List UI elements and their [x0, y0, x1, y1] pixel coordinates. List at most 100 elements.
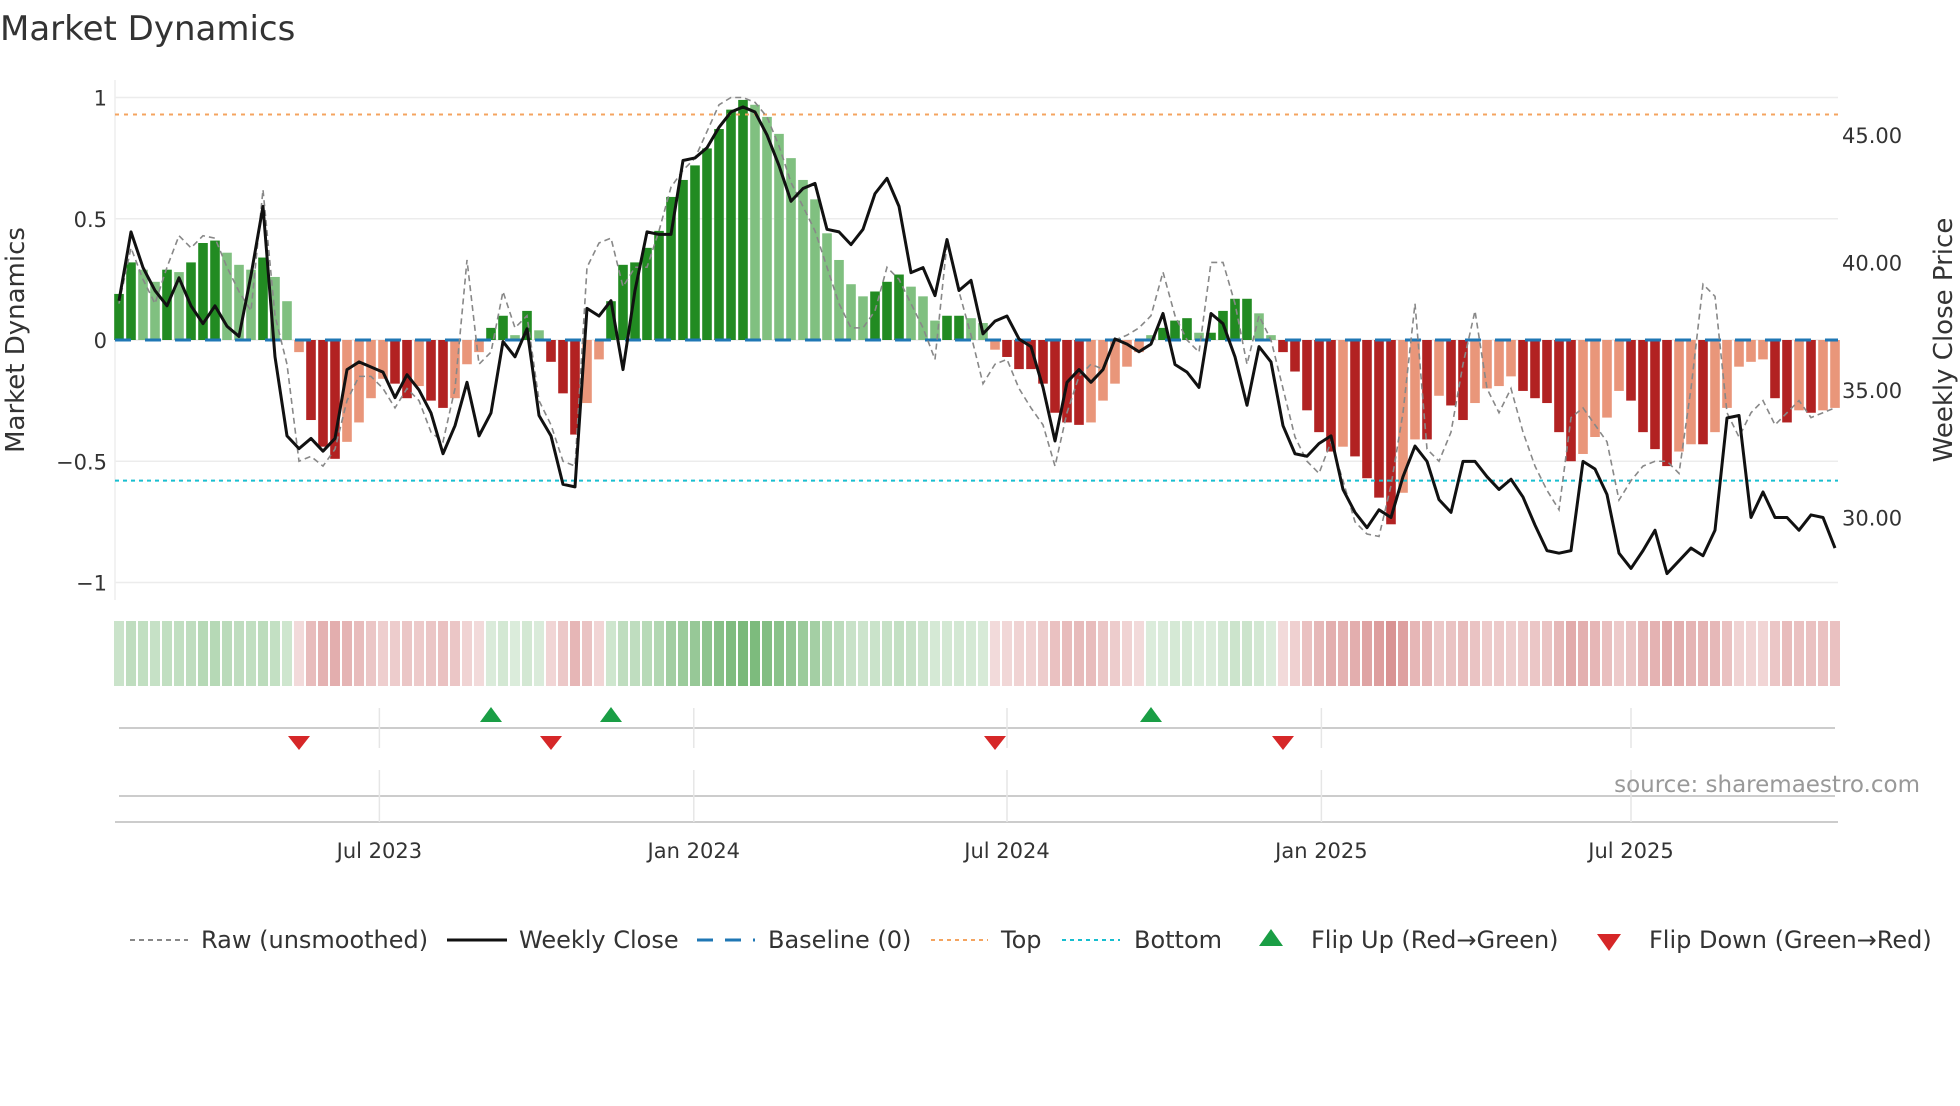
- strip-cell: [1638, 621, 1648, 686]
- strip-cell: [1710, 621, 1720, 686]
- momentum-bar: [1350, 340, 1360, 457]
- strip-cell: [318, 621, 328, 686]
- strip-cell: [1662, 621, 1672, 686]
- strip-cell: [258, 621, 268, 686]
- strip-cell: [1518, 621, 1528, 686]
- strip-cell: [1350, 621, 1360, 686]
- strip-cell: [510, 621, 520, 686]
- strip-cell: [906, 621, 916, 686]
- strip-cell: [1494, 621, 1504, 686]
- momentum-bar: [762, 116, 772, 341]
- momentum-bar: [294, 340, 304, 353]
- strip-cell: [1578, 621, 1588, 686]
- momentum-bar: [1662, 340, 1672, 467]
- strip-cell: [270, 621, 280, 686]
- y-right-tick-label: 40.00: [1842, 251, 1902, 275]
- momentum-bar: [462, 340, 472, 365]
- momentum-bar: [1830, 340, 1840, 408]
- strip-cell: [282, 621, 292, 686]
- strip-cell: [1794, 621, 1804, 686]
- strip-cell: [1614, 621, 1624, 686]
- strip-cell: [522, 621, 532, 686]
- momentum-bar: [210, 240, 220, 340]
- y-axis-label-right: Weekly Close Price: [1929, 218, 1959, 463]
- strip-cell: [330, 621, 340, 686]
- momentum-bar: [942, 315, 952, 340]
- strip-cell: [234, 621, 244, 686]
- strip-cell: [1650, 621, 1660, 686]
- strip-cell: [642, 621, 652, 686]
- momentum-bar: [714, 129, 724, 340]
- strip-cell: [1254, 621, 1264, 686]
- momentum-bar: [1014, 340, 1024, 370]
- momentum-bar: [198, 243, 208, 340]
- momentum-bar: [918, 296, 928, 340]
- strip-cell: [1566, 621, 1576, 686]
- strip-cell: [990, 621, 1000, 686]
- strip-cell: [1338, 621, 1348, 686]
- strip-cell: [618, 621, 628, 686]
- momentum-bar: [1410, 340, 1420, 440]
- strip-cell: [786, 621, 796, 686]
- momentum-bar: [1422, 340, 1432, 440]
- legend-baseline-label: Baseline (0): [768, 926, 911, 954]
- strip-cell: [690, 621, 700, 686]
- strip-cell: [1158, 621, 1168, 686]
- strip-cell: [1386, 621, 1396, 686]
- momentum-bar: [894, 274, 904, 340]
- strip-cell: [1122, 621, 1132, 686]
- strip-cell: [306, 621, 316, 686]
- x-tick-label: Jan 2025: [1273, 839, 1368, 863]
- momentum-bar: [1590, 340, 1600, 437]
- strip-cell: [1590, 621, 1600, 686]
- strip-cell: [870, 621, 880, 686]
- strip-cell: [1134, 621, 1144, 686]
- strip-cell: [1314, 621, 1324, 686]
- y-tick-label: 0.5: [74, 208, 107, 232]
- strip-cell: [342, 621, 352, 686]
- momentum-bar: [1002, 340, 1012, 357]
- flip-up-marker: [480, 707, 502, 722]
- strip-cell: [1602, 621, 1612, 686]
- strip-cell: [1194, 621, 1204, 686]
- strip-cell: [558, 621, 568, 686]
- momentum-bar: [1530, 340, 1540, 399]
- strip-cell: [1458, 621, 1468, 686]
- momentum-bar: [1458, 340, 1468, 421]
- strip-cell: [1050, 621, 1060, 686]
- momentum-bar: [1242, 298, 1252, 340]
- strip-cell: [1818, 621, 1828, 686]
- momentum-bar: [702, 148, 712, 340]
- strip-cell: [1446, 621, 1456, 686]
- y-tick-label: 0: [94, 329, 107, 353]
- strip-cell: [354, 621, 364, 686]
- flip-up-marker: [600, 707, 622, 722]
- y-axis-right: 45.00 40.00 35.00 30.00: [1842, 124, 1902, 530]
- momentum-bar: [1338, 340, 1348, 447]
- strip-cell: [1362, 621, 1372, 686]
- strip-cell: [1242, 621, 1252, 686]
- momentum-bar: [1758, 340, 1768, 360]
- strip-cell: [1086, 621, 1096, 686]
- strip-cell: [1182, 621, 1192, 686]
- strip-cell: [1098, 621, 1108, 686]
- strip-cell: [138, 621, 148, 686]
- y-right-tick-label: 45.00: [1842, 124, 1902, 148]
- strip-cell: [1530, 621, 1540, 686]
- momentum-bar: [1374, 340, 1384, 498]
- momentum-bar: [1602, 340, 1612, 418]
- strip-cell: [1674, 621, 1684, 686]
- strip-cell: [222, 621, 232, 686]
- strip-cell: [1686, 621, 1696, 686]
- momentum-bar: [126, 262, 136, 340]
- momentum-bar: [474, 340, 484, 353]
- momentum-bar: [306, 340, 316, 421]
- strip-cell: [1278, 621, 1288, 686]
- momentum-bar: [954, 315, 964, 340]
- strip-cell: [1218, 621, 1228, 686]
- flip-down-marker: [540, 736, 562, 750]
- strip-cell: [474, 621, 484, 686]
- strip-cell: [678, 621, 688, 686]
- strip-cell: [546, 621, 556, 686]
- y-axis-label-left: Market Dynamics: [1, 227, 31, 453]
